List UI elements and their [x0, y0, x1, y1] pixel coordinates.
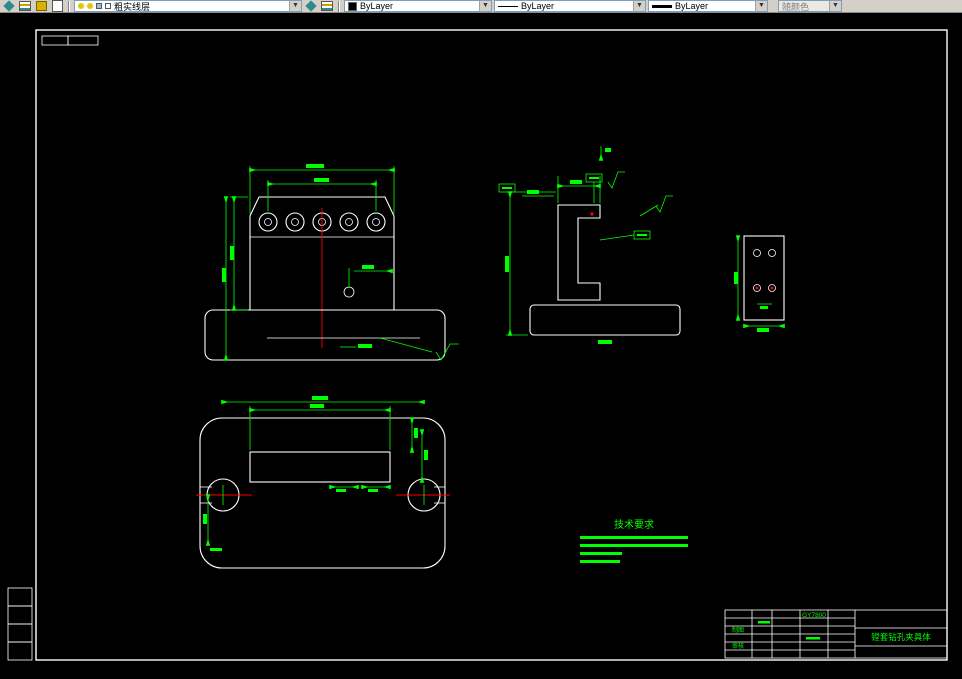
- current-color-swatch: [348, 1, 357, 11]
- section-view-dimensions: [498, 171, 673, 344]
- chevron-down-icon[interactable]: ▼: [633, 1, 645, 11]
- datum-target-dot: [590, 212, 594, 216]
- chevron-down-icon: ▼: [829, 1, 841, 11]
- layer-freeze-icon: [87, 3, 93, 9]
- layers-icon[interactable]: [18, 1, 32, 12]
- tech-requirements-line: [580, 552, 622, 555]
- lineweight-dropdown[interactable]: ByLayer ▼: [648, 0, 768, 12]
- lineweight-preview: [652, 4, 672, 8]
- chevron-down-icon[interactable]: ▼: [479, 1, 491, 11]
- layer-lock-icon: [96, 3, 102, 9]
- tech-requirements-line: [580, 560, 620, 563]
- section-arrow: [598, 146, 611, 161]
- layer-properties-icon[interactable]: [2, 0, 16, 12]
- plot-style-dropdown[interactable]: 随颜色 ▼: [778, 0, 842, 12]
- linetype-value-label: ByLayer: [521, 1, 555, 11]
- tech-requirements-line: [580, 536, 688, 539]
- layer-dropdown[interactable]: 粗实线层 ▼: [74, 0, 302, 12]
- title-block-cell-draw: 制图: [732, 626, 744, 634]
- title-block-cell-check: 审核: [732, 642, 744, 650]
- surface-finish-icon: [435, 343, 459, 361]
- toolbar-separator: [68, 0, 70, 12]
- plan-view-dimensions: [203, 396, 428, 551]
- make-layer-current-icon[interactable]: [34, 1, 48, 12]
- object-properties-toolbar: 粗实线层 ▼ ByLayer ▼ ByLayer ▼ ByLayer ▼ 随颜色…: [0, 0, 962, 13]
- chevron-down-icon[interactable]: ▼: [755, 1, 767, 11]
- color-dropdown[interactable]: ByLayer ▼: [344, 0, 492, 12]
- section-view: [498, 146, 681, 344]
- tech-requirements-title: 技术要求: [614, 518, 654, 531]
- front-view: [204, 164, 459, 361]
- drawing-border: [7, 29, 948, 661]
- layer-name-label: 粗实线层: [114, 1, 151, 12]
- title-block-part-name: 镗套钻孔夹具体: [871, 632, 931, 642]
- title-block-code: GY7800: [802, 612, 826, 619]
- linetype-preview: [498, 5, 518, 7]
- lineweight-value-label: ByLayer: [675, 1, 709, 11]
- front-view-dimensions: [222, 164, 459, 361]
- technical-requirements: 技术要求: [580, 518, 688, 563]
- surface-finish-icon: [655, 195, 673, 213]
- tech-requirements-line: [580, 544, 688, 547]
- surface-finish-icon: [607, 171, 625, 189]
- make-object-layer-current-icon[interactable]: [304, 0, 318, 12]
- layer-color-swatch: [105, 3, 111, 9]
- drawing-canvas[interactable]: 技术要求 GY7800 镗套钻孔夹具体 制图 审核: [0, 0, 962, 674]
- layer-previous-icon[interactable]: [50, 0, 64, 12]
- linetype-dropdown[interactable]: ByLayer ▼: [494, 0, 646, 12]
- color-value-label: ByLayer: [360, 1, 394, 11]
- chevron-down-icon[interactable]: ▼: [289, 1, 301, 11]
- title-block: GY7800 镗套钻孔夹具体 制图 审核: [724, 609, 948, 659]
- layer-on-icon: [78, 3, 84, 9]
- layer-states-icon[interactable]: [320, 1, 334, 12]
- plan-view: [196, 396, 450, 569]
- side-plate-view: [734, 235, 785, 332]
- plot-style-value-label: 随颜色: [782, 1, 810, 12]
- toolbar-separator: [338, 0, 340, 12]
- drawing-svg[interactable]: 技术要求 GY7800 镗套钻孔夹具体 制图 审核: [0, 0, 962, 674]
